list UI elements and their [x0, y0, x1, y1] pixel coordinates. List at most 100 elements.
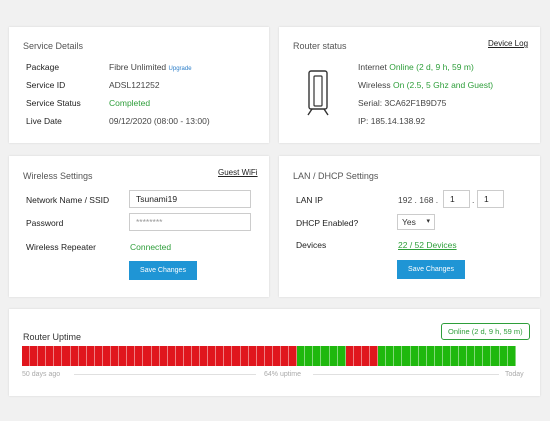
uptime-segment[interactable] [38, 346, 47, 366]
password-label: Password [26, 218, 64, 228]
uptime-segment[interactable] [475, 346, 484, 366]
uptime-segment[interactable] [208, 346, 217, 366]
uptime-segment[interactable] [200, 346, 209, 366]
device-log-link[interactable]: Device Log [488, 39, 528, 48]
lan-ip-octet4-input[interactable] [477, 190, 504, 208]
uptime-segment[interactable] [386, 346, 395, 366]
uptime-segment[interactable] [450, 346, 460, 366]
uptime-segment[interactable] [459, 346, 468, 366]
package-name: Fibre Unlimited [109, 62, 167, 72]
uptime-segment[interactable] [281, 346, 290, 366]
uptime-segment[interactable] [224, 346, 233, 366]
uptime-segment[interactable] [46, 346, 55, 366]
uptime-segment[interactable] [216, 346, 225, 366]
upgrade-link[interactable]: Upgrade [169, 66, 192, 72]
axis-line-right [313, 374, 499, 375]
uptime-segment[interactable] [361, 346, 371, 366]
uptime-segment[interactable] [353, 346, 362, 366]
uptime-segment[interactable] [86, 346, 95, 366]
uptime-segment[interactable] [232, 346, 241, 366]
uptime-segment[interactable] [491, 346, 500, 366]
uptime-segment[interactable] [22, 346, 31, 366]
uptime-segment[interactable] [321, 346, 330, 366]
serial-label: Serial: [358, 98, 383, 108]
ip-info: IP: 185.14.138.92 [358, 116, 425, 126]
uptime-segment[interactable] [394, 346, 403, 366]
serial-info: Serial: 3CA62F1B9D75 [358, 98, 446, 108]
lan-ip-label: LAN IP [296, 195, 323, 205]
service-status-label: Service Status [26, 98, 81, 108]
uptime-tooltip: Online (2 d, 9 h, 59 m) [441, 323, 530, 340]
uptime-segment[interactable] [111, 346, 120, 366]
uptime-segment[interactable] [370, 346, 379, 366]
uptime-segment[interactable] [135, 346, 144, 366]
uptime-segment[interactable] [442, 346, 451, 366]
dhcp-selected-value: Yes [402, 217, 416, 227]
uptime-segment[interactable] [102, 346, 112, 366]
uptime-segment[interactable] [119, 346, 128, 366]
wireless-settings-title: Wireless Settings [23, 171, 93, 181]
lan-dhcp-title: LAN / DHCP Settings [293, 171, 379, 181]
wireless-settings-card: Wireless Settings Guest WiFi Network Nam… [9, 156, 269, 297]
uptime-segment[interactable] [240, 346, 249, 366]
uptime-segment[interactable] [289, 346, 298, 366]
uptime-segment[interactable] [248, 346, 257, 366]
service-id-label: Service ID [26, 80, 66, 90]
chevron-down-icon: ▾ [426, 218, 430, 225]
wireless-label: Wireless [358, 80, 391, 90]
uptime-segment[interactable] [191, 346, 201, 366]
uptime-segment[interactable] [499, 346, 508, 366]
uptime-segment[interactable] [483, 346, 492, 366]
devices-label: Devices [296, 240, 327, 250]
guest-wifi-link[interactable]: Guest WiFi [218, 168, 258, 177]
router-uptime-title: Router Uptime [23, 332, 82, 342]
uptime-segment[interactable] [467, 346, 476, 366]
uptime-segment[interactable] [313, 346, 322, 366]
wireless-save-button[interactable]: Save Changes [129, 261, 197, 280]
uptime-segment[interactable] [272, 346, 281, 366]
wireless-value: On (2.5, 5 Ghz and Guest) [392, 80, 494, 90]
uptime-segment[interactable] [159, 346, 168, 366]
uptime-segment[interactable] [507, 346, 516, 366]
uptime-segment[interactable] [297, 346, 306, 366]
uptime-segment[interactable] [426, 346, 435, 366]
dhcp-select[interactable]: Yes ▾ [397, 214, 435, 230]
uptime-segment[interactable] [62, 346, 71, 366]
uptime-segment[interactable] [175, 346, 184, 366]
password-input[interactable] [129, 213, 251, 231]
uptime-segment[interactable] [94, 346, 103, 366]
serial-value: 3CA62F1B9D75 [384, 98, 447, 108]
uptime-segment[interactable] [337, 346, 346, 366]
uptime-segment[interactable] [410, 346, 419, 366]
repeater-value: Connected [130, 242, 172, 252]
uptime-segment[interactable] [167, 346, 176, 366]
uptime-segment[interactable] [329, 346, 338, 366]
uptime-segment[interactable] [30, 346, 39, 366]
uptime-segment[interactable] [256, 346, 265, 366]
uptime-segment[interactable] [264, 346, 273, 366]
lan-save-button[interactable]: Save Changes [397, 260, 465, 279]
lan-ip-prefix: 192 . 168 . [398, 195, 439, 205]
uptime-end-label: Today [505, 371, 524, 378]
uptime-segment[interactable] [402, 346, 411, 366]
lan-ip-octet3-input[interactable] [443, 190, 470, 208]
uptime-segment[interactable] [70, 346, 79, 366]
uptime-segment[interactable] [127, 346, 136, 366]
internet-value: Online (2 d, 9 h, 59 m) [389, 62, 474, 72]
uptime-segment[interactable] [143, 346, 152, 366]
service-id-value: ADSL121252 [109, 80, 160, 90]
uptime-segment[interactable] [151, 346, 160, 366]
uptime-segment[interactable] [345, 346, 354, 366]
uptime-segment[interactable] [378, 346, 387, 366]
devices-link[interactable]: 22 / 52 Devices [398, 240, 457, 250]
uptime-segment[interactable] [305, 346, 314, 366]
service-details-title: Service Details [23, 41, 84, 51]
repeater-label: Wireless Repeater [26, 242, 96, 252]
uptime-segment[interactable] [418, 346, 427, 366]
ssid-input[interactable] [129, 190, 251, 208]
uptime-segment[interactable] [78, 346, 87, 366]
uptime-segment[interactable] [54, 346, 63, 366]
uptime-segment[interactable] [183, 346, 192, 366]
router-status-title: Router status [293, 41, 347, 51]
uptime-segment[interactable] [434, 346, 443, 366]
